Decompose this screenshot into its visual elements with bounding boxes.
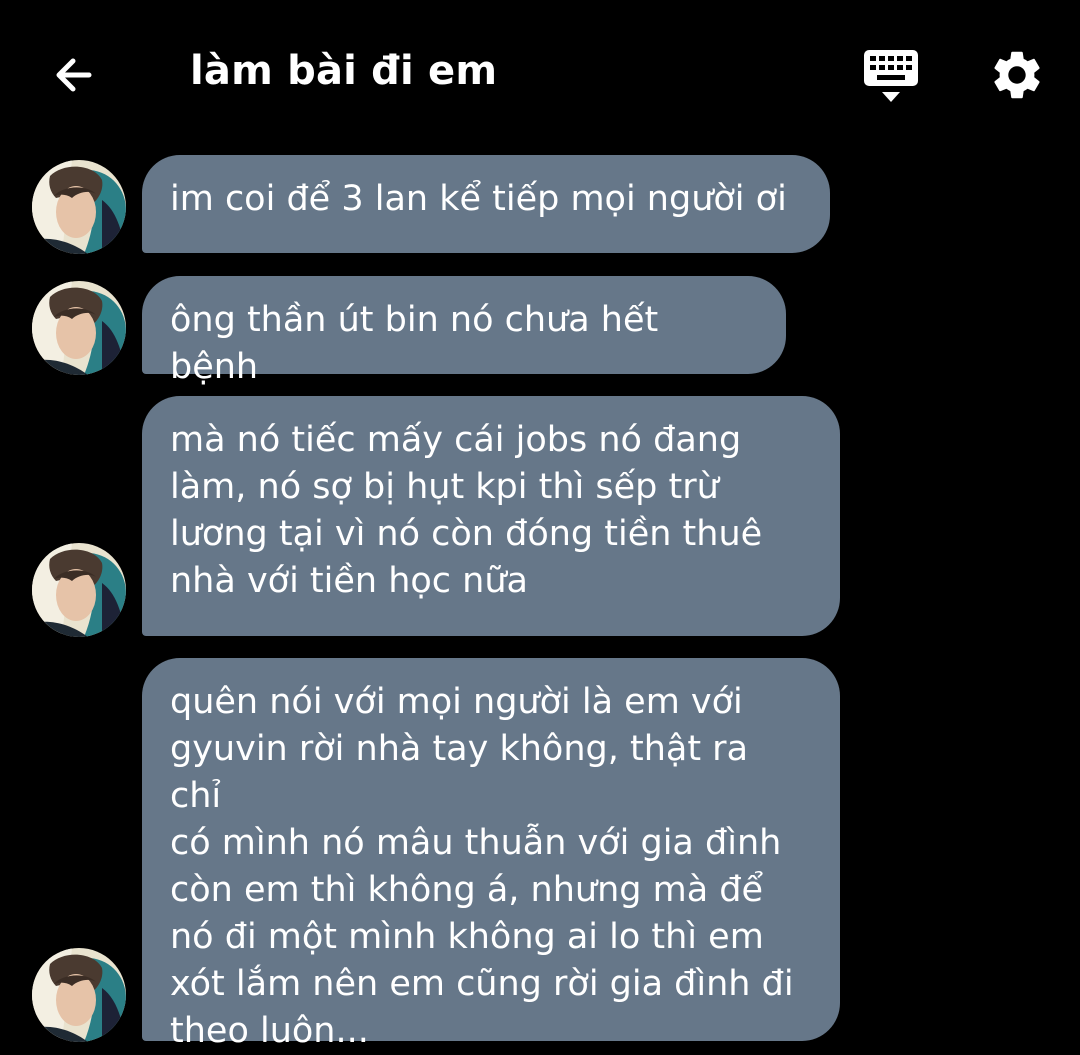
- message-bubble[interactable]: quên nói với mọi người là em với gyuvin …: [142, 658, 840, 1051]
- gear-icon: [994, 51, 1040, 99]
- chat-header: làm bài đi em: [0, 0, 1080, 140]
- arrow-left-icon: [56, 58, 92, 92]
- avatar[interactable]: [32, 543, 126, 637]
- keyboard-hide-icon: [864, 50, 918, 102]
- avatar[interactable]: [32, 160, 126, 254]
- settings-button[interactable]: [988, 46, 1046, 104]
- back-button[interactable]: [44, 46, 102, 104]
- message-bubble[interactable]: im coi để 3 lan kể tiếp mọi người ơi: [142, 155, 830, 253]
- avatar[interactable]: [32, 948, 126, 1042]
- chat-title: làm bài đi em: [190, 48, 498, 94]
- avatar[interactable]: [32, 281, 126, 375]
- keyboard-toggle-button[interactable]: [860, 48, 922, 106]
- message-bubble[interactable]: ông thần út bin nó chưa hết bệnh: [142, 276, 786, 387]
- message-bubble[interactable]: mà nó tiếc mấy cái jobs nó đang làm, nó …: [142, 396, 840, 636]
